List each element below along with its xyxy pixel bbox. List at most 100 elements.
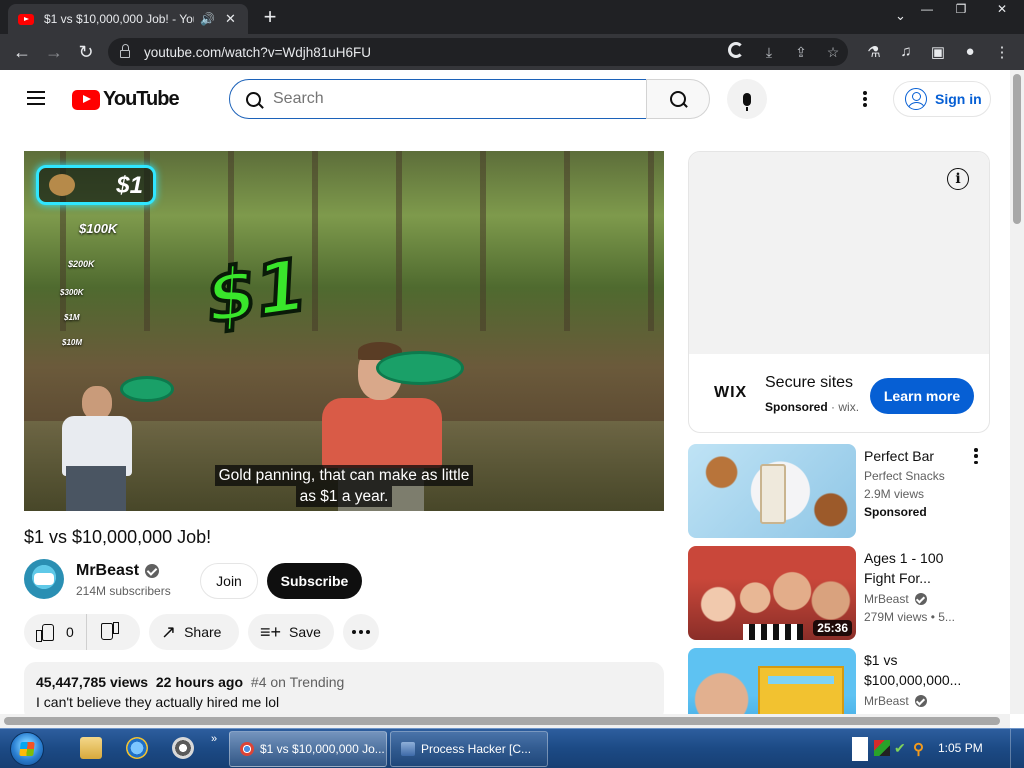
sign-in-button[interactable]: Sign in — [893, 81, 991, 117]
tab-title: $1 vs $10,000,000 Job! - YouTube — [44, 12, 194, 26]
recommendation-title[interactable]: Perfect Bar — [864, 446, 964, 466]
tray-search-icon[interactable]: ⚲ — [913, 740, 929, 758]
subscriber-count: 214M subscribers — [76, 584, 171, 598]
vertical-scrollbar-thumb[interactable] — [1013, 74, 1021, 224]
share-page-icon[interactable]: ⇪ — [792, 44, 810, 61]
ad-info-row: WIX Secure sites Sponsored · wix. Learn … — [689, 354, 989, 432]
media-player-icon[interactable] — [172, 737, 194, 759]
learn-more-button[interactable]: Learn more — [870, 378, 974, 414]
horizontal-scrollbar-thumb[interactable] — [4, 717, 1000, 725]
restore-button[interactable]: ❐ — [946, 0, 976, 20]
search-input[interactable] — [273, 90, 603, 108]
recommendation-channel[interactable]: MrBeast — [864, 592, 909, 606]
search-button[interactable] — [646, 79, 710, 119]
recommendation-item[interactable]: $1 vs $100,000,000... MrBeast — [688, 648, 990, 714]
tab-search-chevron-icon[interactable]: ⌄ — [895, 8, 906, 24]
channel-avatar[interactable] — [24, 559, 64, 599]
taskbar-clock[interactable]: 1:05 PM — [938, 741, 983, 755]
recommendation-thumbnail[interactable]: 25:36 — [688, 546, 856, 640]
show-desktop-button[interactable] — [1010, 729, 1024, 768]
recommendation-channel-row[interactable]: MrBeast — [864, 694, 927, 708]
hud-amount: $1 — [116, 172, 143, 199]
taskbar-chrome-window[interactable]: $1 vs $10,000,000 Jo... — [229, 731, 387, 767]
horizontal-scrollbar[interactable] — [0, 714, 1010, 728]
channel-name[interactable]: MrBeast — [76, 562, 139, 580]
recommendation-thumbnail[interactable] — [688, 444, 856, 538]
install-app-icon[interactable]: ⤓ — [760, 44, 778, 61]
google-lens-icon[interactable] — [728, 42, 746, 58]
info-icon[interactable]: i — [947, 168, 969, 190]
settings-kebab-icon[interactable] — [855, 89, 875, 109]
start-button[interactable] — [10, 732, 44, 766]
quick-launch-chevron-icon[interactable]: » — [211, 733, 217, 745]
reload-icon[interactable]: ↻ — [74, 40, 98, 64]
browser-toolbar: ← → ↻ youtube.com/watch?v=Wdjh81uH6FU ⤓ … — [0, 34, 1024, 70]
voice-search-button[interactable] — [727, 79, 767, 119]
taskbar-processhacker-window[interactable]: Process Hacker [C... — [390, 731, 548, 767]
dislike-button[interactable] — [87, 614, 133, 650]
tab-audio-icon[interactable]: 🔊 — [200, 12, 215, 26]
sign-in-label: Sign in — [935, 91, 982, 107]
browser-tab-active[interactable]: $1 vs $10,000,000 Job! - YouTube 🔊 ✕ — [8, 4, 248, 34]
ladder-100k: $100K — [79, 221, 118, 236]
labs-flask-icon[interactable]: ⚗ — [864, 43, 884, 61]
guide-menu-icon[interactable] — [27, 91, 45, 105]
recommendation-item[interactable]: 25:36 Ages 1 - 100 Fight For... MrBeast … — [688, 546, 990, 640]
profile-icon[interactable]: ● — [960, 43, 980, 60]
forward-arrow-icon[interactable]: → — [42, 40, 66, 64]
taskbar-chrome-title: $1 vs $10,000,000 Jo... — [260, 742, 385, 756]
video-player[interactable]: $1 $100K $200K $300K $1M $10M $1 Gold pa… — [24, 151, 664, 511]
ad-title[interactable]: Secure sites — [765, 374, 853, 392]
recommendation-kebab-icon[interactable] — [973, 448, 979, 464]
channel-name-row[interactable]: MrBeast — [76, 562, 160, 580]
youtube-logo[interactable]: YouTube — [72, 88, 180, 111]
address-url[interactable]: youtube.com/watch?v=Wdjh81uH6FU — [144, 45, 371, 60]
vertical-scrollbar[interactable] — [1010, 70, 1024, 714]
share-arrow-icon: ↗ — [161, 621, 177, 642]
internet-explorer-icon[interactable] — [126, 737, 148, 759]
media-controls-icon[interactable]: ♫ — [896, 43, 916, 60]
ladder-10m: $10M — [62, 338, 83, 347]
lock-icon[interactable] — [120, 44, 130, 58]
back-arrow-icon[interactable]: ← — [10, 40, 34, 64]
bookmark-star-icon[interactable]: ☆ — [824, 44, 842, 61]
description-stats: 45,447,785 views 22 hours ago #4 on Tren… — [36, 674, 652, 690]
tray-processhacker-graph-icon[interactable] — [874, 740, 890, 756]
join-button[interactable]: Join — [200, 563, 258, 599]
recommendation-title[interactable]: Ages 1 - 100 Fight For... — [864, 548, 964, 588]
search-box[interactable] — [229, 79, 647, 119]
trending-link[interactable]: #4 on Trending — [251, 674, 344, 690]
recommendation-title[interactable]: $1 vs $100,000,000... — [864, 650, 964, 690]
recommendation-item[interactable]: Perfect Bar Perfect Snacks 2.9M views Sp… — [688, 444, 990, 538]
subscribe-button[interactable]: Subscribe — [267, 563, 362, 599]
youtube-favicon-icon — [18, 13, 34, 25]
minimize-button[interactable]: — — [912, 0, 942, 20]
recommendation-channel[interactable]: MrBeast — [864, 694, 909, 708]
save-label: Save — [289, 624, 321, 640]
side-panel-icon[interactable]: ▣ — [928, 43, 948, 61]
recommendation-channel[interactable]: Perfect Snacks — [864, 469, 945, 483]
save-button[interactable]: ≡+ Save — [248, 614, 334, 650]
caption-line-1: Gold panning, that can make as little — [214, 465, 474, 486]
ad-media[interactable]: i — [689, 152, 989, 354]
description-box[interactable]: 45,447,785 views 22 hours ago #4 on Tren… — [24, 662, 664, 722]
playlist-add-icon: ≡+ — [260, 621, 282, 642]
tab-close-icon[interactable]: ✕ — [225, 11, 236, 27]
sponsored-ad-card[interactable]: i WIX Secure sites Sponsored · wix. Lear… — [688, 151, 990, 433]
chrome-menu-icon[interactable]: ⋮ — [992, 43, 1012, 61]
like-button[interactable]: 0 — [24, 614, 87, 650]
new-tab-button[interactable]: + — [258, 4, 282, 30]
thumbs-up-icon — [36, 623, 54, 642]
recommendation-thumbnail[interactable] — [688, 648, 856, 714]
tray-network-icon[interactable]: ✔ — [894, 740, 910, 756]
ad-sponsored-label: Sponsored — [765, 400, 828, 414]
explorer-folder-icon[interactable] — [80, 737, 102, 759]
window-controls: — ❐ ✕ — [908, 0, 1024, 20]
recommendation-meta: 2.9M views — [864, 487, 925, 501]
close-window-button[interactable]: ✕ — [980, 0, 1024, 20]
more-actions-button[interactable] — [343, 614, 379, 650]
like-dislike-group: 0 — [24, 614, 140, 650]
recommendation-channel-row[interactable]: MrBeast — [864, 592, 927, 606]
tray-input-indicator[interactable] — [852, 737, 868, 761]
share-button[interactable]: ↗ Share — [149, 614, 239, 650]
